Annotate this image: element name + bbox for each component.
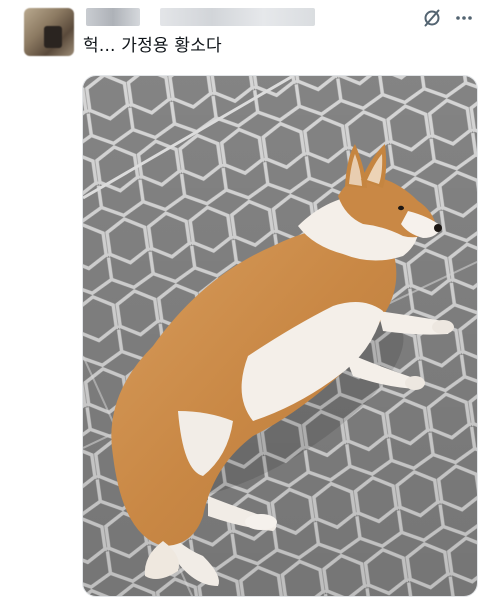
author-avatar[interactable]: [24, 8, 74, 56]
author-name-blurred[interactable]: [86, 8, 140, 26]
more-dots-icon[interactable]: [454, 8, 474, 28]
slashed-circle-icon[interactable]: [422, 8, 442, 28]
post-photo[interactable]: [82, 75, 478, 597]
post-text: 헉... 가정용 황소다: [83, 36, 222, 56]
post-top-actions: [422, 8, 474, 28]
author-handle-blurred[interactable]: [160, 8, 315, 26]
